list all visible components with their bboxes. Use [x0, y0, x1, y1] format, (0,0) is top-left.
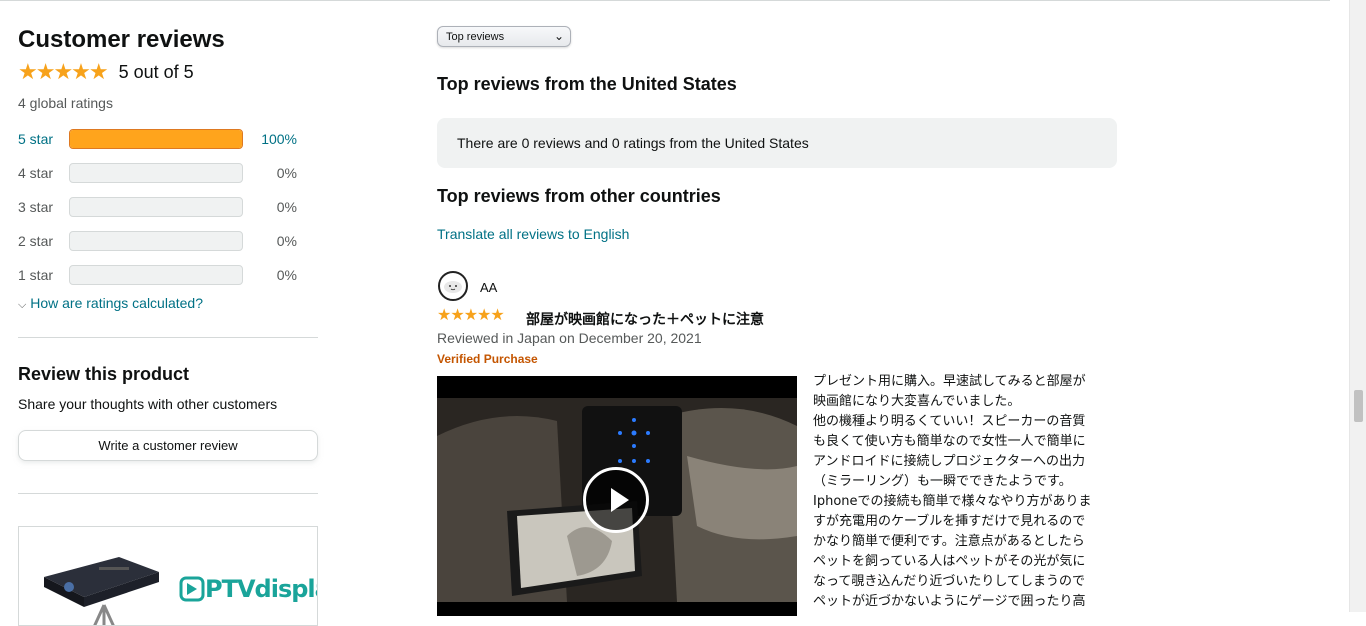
review-title[interactable]: 部屋が映画館になった＋ペットに注意: [526, 309, 764, 329]
histogram-bar: [69, 197, 243, 217]
histogram-row-4-star: 4 star 0%: [18, 162, 318, 184]
scrollbar-thumb[interactable]: [1354, 390, 1363, 422]
histogram-bar-fill: [70, 130, 242, 148]
histogram-label: 2 star: [18, 233, 54, 249]
translate-reviews-link[interactable]: Translate all reviews to English: [437, 226, 629, 242]
review-body-line: ペットを飼っている人はペットがその光が気に: [813, 554, 1086, 569]
histogram-percent: 0%: [276, 199, 297, 215]
histogram-label: 3 star: [18, 199, 54, 215]
histogram-percent: 0%: [276, 267, 297, 283]
star-rating-icon: ★★★★★: [18, 59, 109, 84]
review-body-line: も良くて使い方も簡単なので女性一人で簡単に: [813, 434, 1086, 449]
brand-logo-icon: [179, 576, 205, 602]
top-divider: [0, 0, 1330, 1]
average-rating-text: 5 out of 5: [118, 61, 194, 82]
us-reviews-notice: There are 0 reviews and 0 ratings from t…: [437, 118, 1117, 168]
review-body-line: アンドロイドに接続しプロジェクターへの出力: [813, 454, 1085, 469]
chevron-down-icon: ⌄: [553, 29, 564, 43]
histogram-bar: [69, 163, 243, 183]
review-date: Reviewed in Japan on December 20, 2021: [437, 330, 702, 346]
reviewer-avatar[interactable]: [438, 271, 468, 301]
review-star-rating-icon[interactable]: ★★★★★: [437, 307, 505, 325]
page-scrollbar[interactable]: [1349, 0, 1366, 612]
other-countries-heading: Top reviews from other countries: [437, 186, 721, 206]
sort-selected-value: Top reviews: [446, 30, 505, 43]
how-ratings-calculated-label: How are ratings calculated?: [30, 295, 203, 311]
section-divider: [18, 337, 318, 338]
section-divider: [18, 493, 318, 494]
customer-reviews-title: Customer reviews: [18, 26, 225, 53]
projector-product-image: [44, 557, 159, 625]
verified-purchase-badge[interactable]: Verified Purchase: [437, 352, 538, 366]
histogram-label[interactable]: 5 star: [18, 131, 69, 147]
histogram-row-3-star: 3 star 0%: [18, 196, 318, 218]
write-review-button[interactable]: Write a customer review: [18, 430, 318, 461]
histogram-percent: 0%: [276, 233, 297, 249]
sponsored-ad[interactable]: PTVdisplay: [18, 526, 318, 626]
ad-brand-name: PTVdisplay: [205, 575, 317, 603]
chevron-down-icon: ⌵: [18, 299, 27, 311]
review-body-line: なって覗き込んだり近づいたりしてしまうので: [813, 574, 1085, 589]
us-reviews-heading: Top reviews from the United States: [437, 74, 737, 94]
histogram-bar: [69, 231, 243, 251]
how-ratings-calculated-link[interactable]: ⌵ How are ratings calculated?: [18, 295, 203, 312]
histogram-bar[interactable]: [69, 129, 243, 149]
review-video[interactable]: [437, 376, 797, 616]
review-body-line: Iphoneでの接続も簡単で様々なやり方がありま: [813, 494, 1092, 509]
review-body-line: プレゼント用に購入。早速試してみると部屋が: [813, 374, 1086, 389]
sort-reviews-dropdown[interactable]: Top reviews ⌄: [437, 26, 571, 47]
review-body-line: ペットが近づかないようにゲージで囲ったり高: [813, 594, 1086, 609]
histogram-bar: [69, 265, 243, 285]
review-body-line: 映画館になり大変喜んでいました。: [813, 394, 1021, 409]
histogram-label: 4 star: [18, 165, 54, 181]
ad-brand-logo: PTVdisplay: [179, 575, 317, 603]
histogram-label: 1 star: [18, 267, 54, 283]
review-this-product-title: Review this product: [18, 364, 190, 384]
avatar-face-icon: [444, 281, 462, 293]
reviewer-name[interactable]: AA: [480, 280, 497, 295]
histogram-row-2-star: 2 star 0%: [18, 230, 318, 252]
review-body-line: （ミラーリング）も一瞬でできたようです。: [813, 474, 1072, 489]
review-body-line: かなり簡単で便利です。注意点があるとしたら: [813, 534, 1085, 549]
histogram-percent[interactable]: 100%: [243, 131, 297, 147]
global-ratings-count: 4 global ratings: [18, 95, 113, 111]
review-this-product-subtitle: Share your thoughts with other customers: [18, 396, 278, 412]
review-body-line: 他の機種より明るくていい！スピーカーの音質: [813, 414, 1086, 429]
average-rating[interactable]: ★★★★★ 5 out of 5: [18, 60, 194, 84]
play-button-icon[interactable]: [583, 467, 649, 533]
review-body: プレゼント用に購入。早速試してみると部屋が 映画館になり大変喜んでいました。 他…: [813, 372, 1113, 612]
histogram-row-5-star[interactable]: 5 star 100%: [18, 128, 318, 150]
review-body-line: すが充電用のケーブルを挿すだけで見れるので: [813, 514, 1086, 529]
histogram-row-1-star: 1 star 0%: [18, 264, 318, 286]
histogram-percent: 0%: [276, 165, 297, 181]
